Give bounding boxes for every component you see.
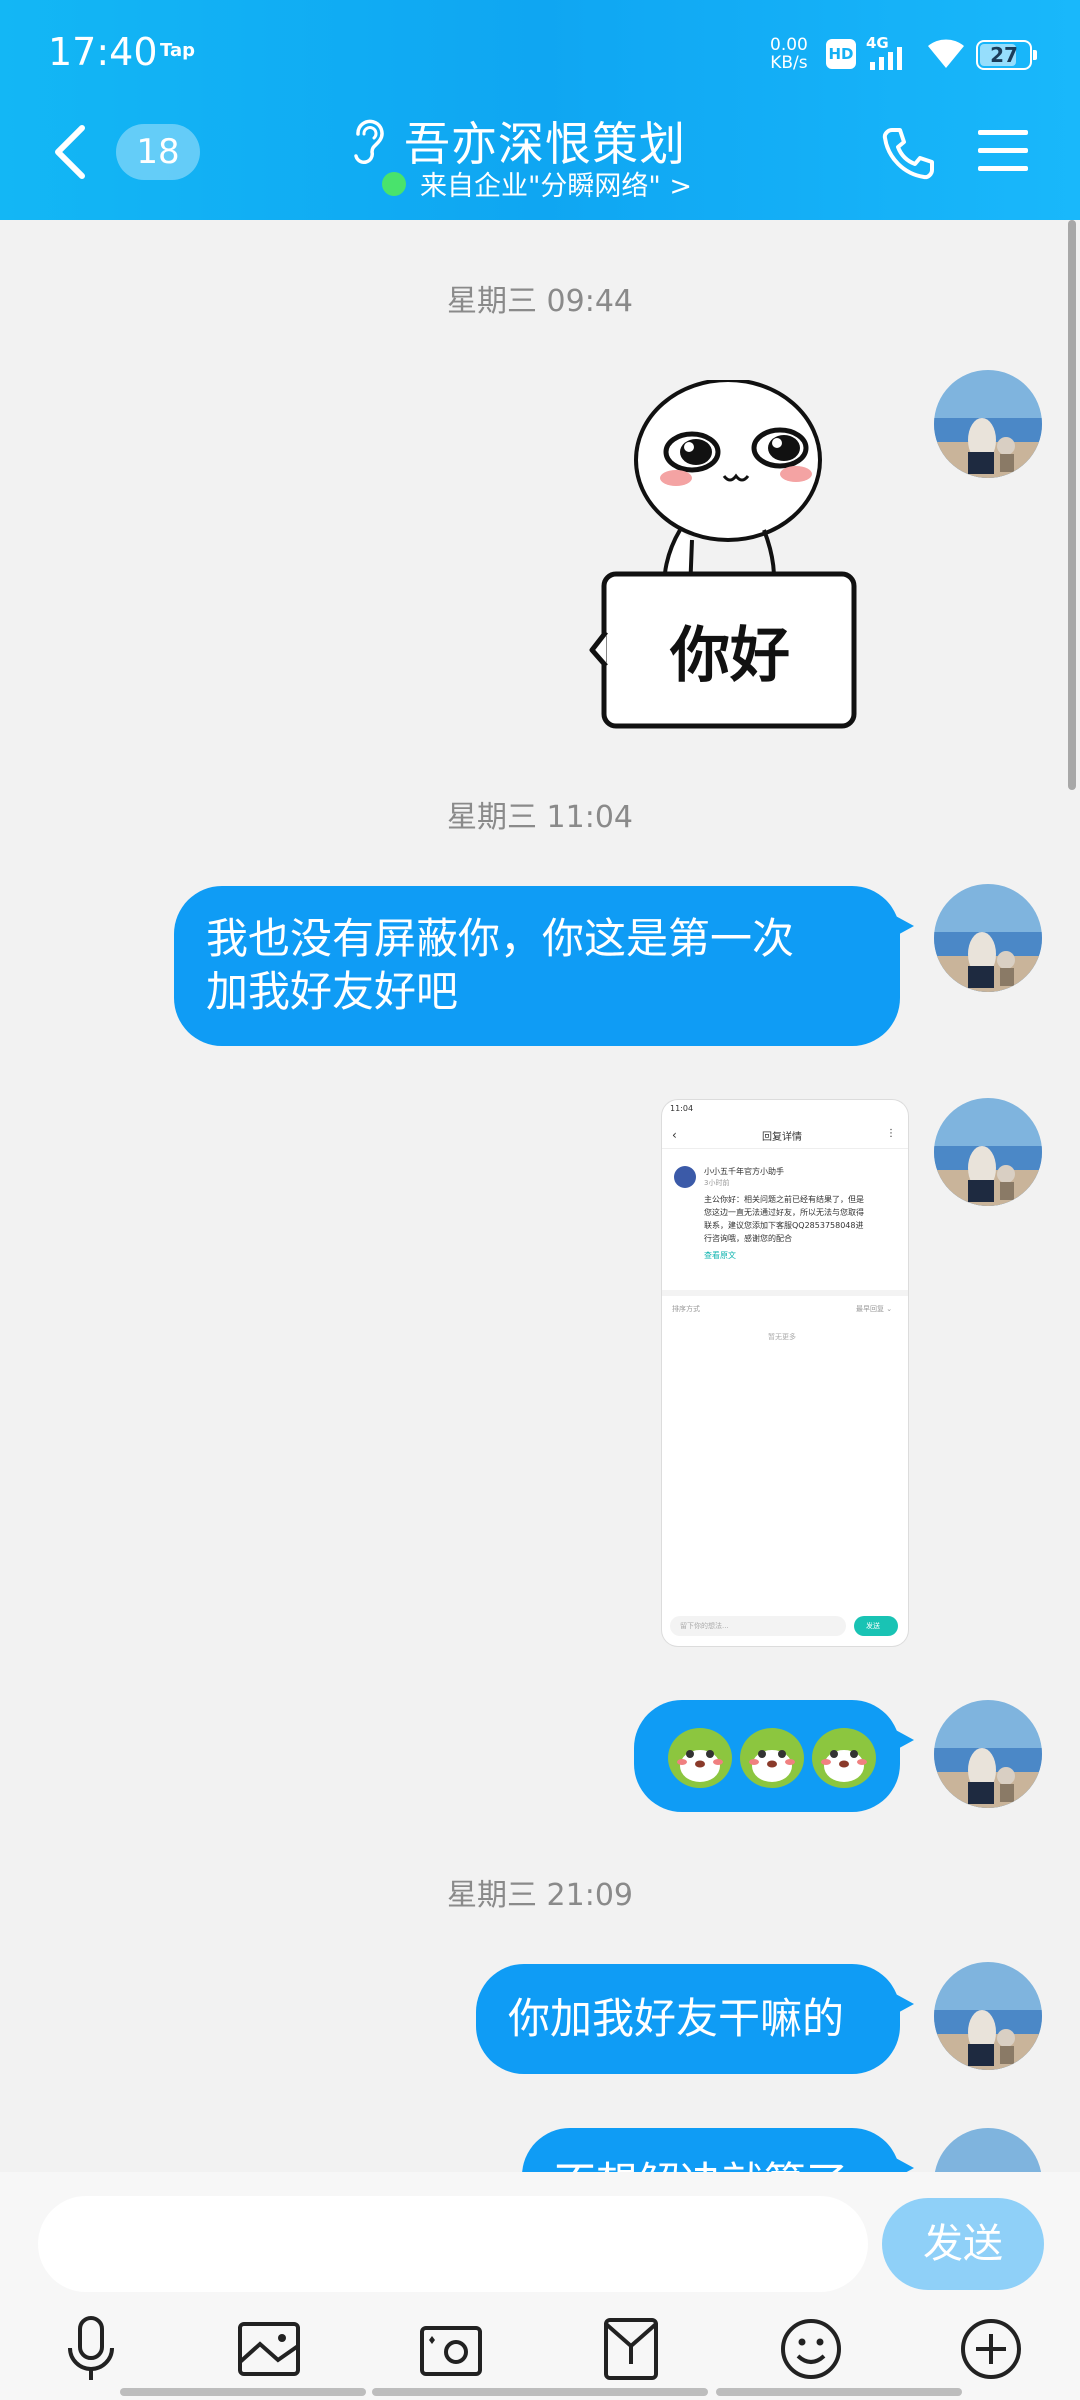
- message-text: 我也没有屏蔽你，你这是第一次: [206, 914, 795, 963]
- image-icon[interactable]: [234, 2314, 304, 2384]
- screenshot-body: 主公你好：相关问题之前已经有结果了，但是: [704, 1195, 864, 1204]
- screenshot-author-avatar: [674, 1166, 696, 1188]
- unread-count-badge[interactable]: 18: [116, 124, 200, 180]
- battery-icon: 27: [976, 40, 1037, 70]
- timestamp: 星期三 11:04: [447, 800, 633, 835]
- screenshot-view-original: 查看原文: [704, 1251, 736, 1260]
- network-speed: 0.00 KB/s: [770, 36, 808, 72]
- screenshot-body: 行咨询哦，感谢您的配合: [704, 1234, 792, 1243]
- screenshot-no-more: 暂无更多: [768, 1333, 796, 1341]
- image-message-screenshot[interactable]: 11:04 ‹ 回复详情 ⋮ 小小五千年官方小助手 3小时前 主公你好：相关问题…: [662, 1100, 908, 1646]
- battery-level: 27: [990, 43, 1018, 67]
- phone-call-button[interactable]: [880, 124, 938, 182]
- screenshot-posted: 3小时前: [704, 1179, 730, 1187]
- avatar-image: [934, 1962, 1042, 2070]
- network-speed-value: 0.00: [770, 35, 808, 55]
- hd-badge: HD: [826, 39, 856, 69]
- status-time: 17:40: [48, 30, 158, 74]
- screenshot-more-icon: ⋮: [886, 1128, 896, 1139]
- avatar-image: [934, 884, 1042, 992]
- screenshot-time: 11:04: [670, 1104, 694, 1113]
- avatar[interactable]: [934, 884, 1042, 992]
- screenshot-body: 您这边一直无法通过好友，所以无法与您取得: [704, 1208, 864, 1217]
- red-packet-icon[interactable]: [596, 2314, 666, 2384]
- gesture-bar: [372, 2388, 708, 2396]
- avatar[interactable]: [934, 370, 1042, 478]
- avatar[interactable]: [934, 1098, 1042, 1206]
- emoji-message-bubble[interactable]: [634, 1700, 914, 1812]
- wifi-icon: [928, 39, 964, 68]
- camera-icon[interactable]: [416, 2314, 486, 2384]
- online-status-dot: [382, 172, 406, 196]
- screenshot-sort-value: 最早回复 ⌄: [856, 1305, 893, 1313]
- message-input[interactable]: [38, 2196, 868, 2292]
- emoji-icon[interactable]: [776, 2314, 846, 2384]
- screenshot-title: 回复详情: [762, 1132, 802, 1143]
- dog-emoji-icon: [668, 1728, 732, 1788]
- gesture-bar: [716, 2388, 962, 2396]
- avatar-image: [934, 1700, 1042, 1808]
- back-button[interactable]: [50, 122, 90, 182]
- send-button[interactable]: 发送: [882, 2198, 1044, 2290]
- message-text: 加我好友好吧: [206, 967, 459, 1016]
- screenshot-send: 发送: [866, 1622, 880, 1630]
- status-tap-label: Tap: [160, 40, 195, 61]
- screenshot-back-icon: ‹: [672, 1128, 677, 1142]
- dog-emoji-icons: [668, 1728, 876, 1788]
- timestamp: 星期三 09:44: [447, 284, 633, 319]
- avatar[interactable]: [934, 1962, 1042, 2070]
- sticker-text: 你好: [669, 621, 790, 691]
- message-bubble[interactable]: 我也没有屏蔽你，你这是第一次 加我好友好吧: [174, 886, 914, 1046]
- ear-icon[interactable]: [350, 118, 386, 164]
- menu-button[interactable]: [976, 126, 1030, 176]
- screenshot-reply-placeholder: 留下你的想法...: [680, 1622, 729, 1630]
- gesture-bar: [120, 2388, 366, 2396]
- message-bubble[interactable]: 你加我好友干嘛的: [476, 1964, 914, 2074]
- screenshot-author: 小小五千年官方小助手: [704, 1167, 784, 1176]
- chat-header: 17:40 Tap 0.00 KB/s HD 4G 27 18 吾亦深恨策划 来…: [0, 0, 1080, 220]
- screenshot-sort-label: 排序方式: [672, 1305, 700, 1313]
- network-type: 4G: [866, 34, 889, 52]
- signal-4g-icon: 4G: [866, 34, 902, 70]
- avatar-image: [934, 370, 1042, 478]
- message-text: 你加我好友干嘛的: [508, 1994, 845, 2043]
- screenshot-body: 联系，建议您添加下客服QQ2853758048进: [704, 1221, 864, 1230]
- sticker-message[interactable]: 你好: [588, 380, 860, 732]
- timestamp: 星期三 21:09: [447, 1878, 633, 1913]
- chat-subtitle[interactable]: 来自企业"分瞬网络" >: [420, 164, 692, 203]
- network-speed-unit: KB/s: [770, 53, 808, 73]
- plus-icon[interactable]: [956, 2314, 1026, 2384]
- avatar-image: [934, 1098, 1042, 1206]
- mic-icon[interactable]: [56, 2314, 126, 2384]
- avatar[interactable]: [934, 1700, 1042, 1808]
